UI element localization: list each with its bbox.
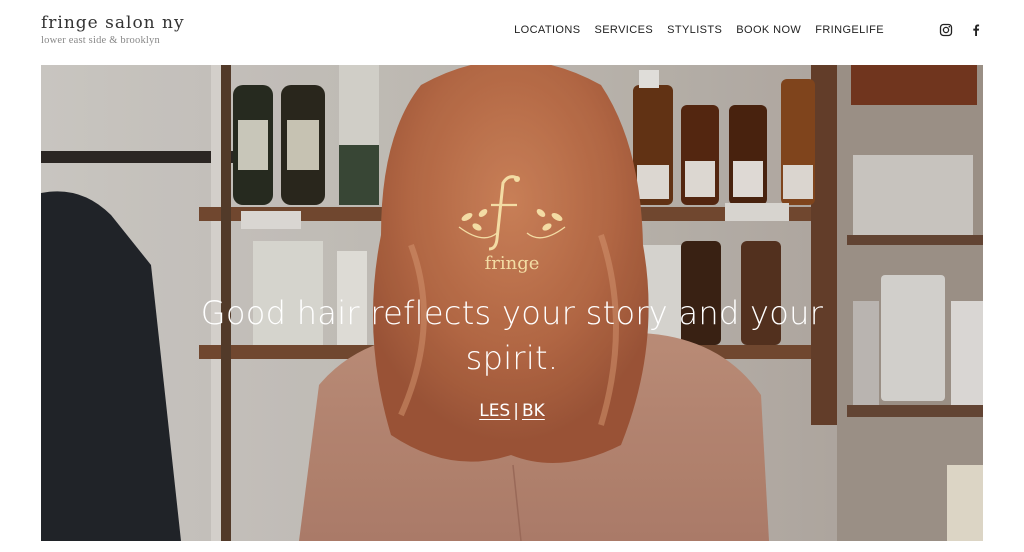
nav-services[interactable]: SERVICES [594,24,653,36]
site-header: fringe salon ny lower east side & brookl… [0,0,1024,64]
hero-banner: fringe Good hair reflects your story and… [41,65,983,541]
hero-overlay: fringe Good hair reflects your story and… [41,65,983,541]
location-links: LES | BK [41,401,983,421]
bk-link[interactable]: BK [522,401,545,421]
site-subtitle: lower east side & brooklyn [41,35,160,46]
facebook-icon[interactable] [969,23,983,37]
site-title[interactable]: fringe salon ny [41,12,185,34]
fringe-logo: fringe [458,175,566,274]
nav-stylists[interactable]: STYLISTS [667,24,722,36]
tagline-line-1: Good hair reflects your story and your [200,294,824,332]
main-nav: LOCATIONS SERVICES STYLISTS BOOK NOW FRI… [514,24,884,36]
nav-book-now[interactable]: BOOK NOW [736,24,801,36]
les-link[interactable]: LES [479,401,510,421]
brand[interactable]: fringe salon ny lower east side & brookl… [41,12,185,46]
tagline-line-2: spirit. [465,339,559,377]
location-separator: | [513,401,519,421]
instagram-icon[interactable] [939,23,953,37]
logo-text: fringe [485,253,540,274]
social-links [939,23,983,37]
nav-fringelife[interactable]: FRINGELIFE [815,24,884,36]
nav-locations[interactable]: LOCATIONS [514,24,580,36]
hero-tagline: Good hair reflects your story and your s… [41,291,983,381]
